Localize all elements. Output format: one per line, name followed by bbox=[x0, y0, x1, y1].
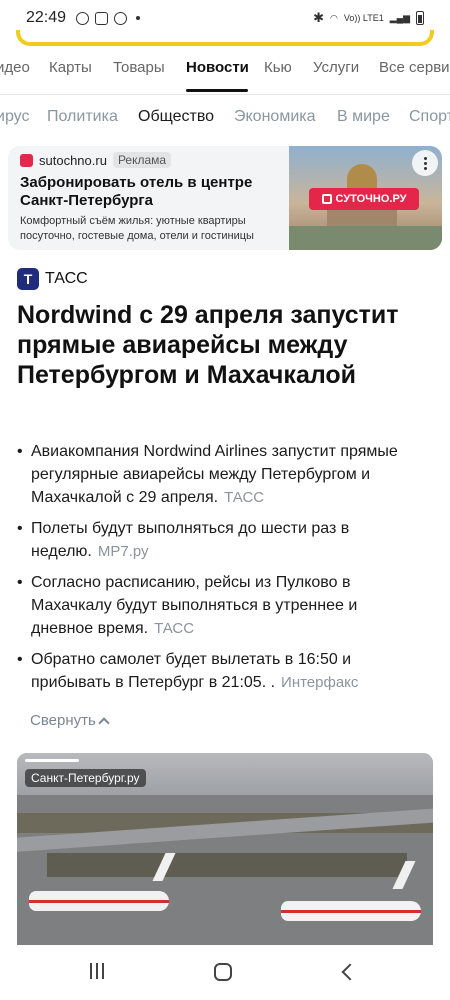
back-icon[interactable] bbox=[341, 963, 359, 981]
ad-badge: Реклама bbox=[112, 152, 172, 168]
airplane-right bbox=[281, 901, 421, 921]
tab-news[interactable]: Новости bbox=[186, 59, 249, 76]
ad-domain: sutochno.ru bbox=[39, 152, 107, 168]
tass-logo-icon: T bbox=[17, 268, 39, 290]
bullet-text: Согласно расписанию, рейсы из Пулково в … bbox=[31, 574, 358, 637]
bullet-text: Полеты будут выполняться до шести раз в … bbox=[31, 520, 350, 560]
category-sport[interactable]: Спорт bbox=[409, 108, 450, 126]
list-item: Полеты будут выполняться до шести раз в … bbox=[17, 517, 417, 563]
article-headline: Nordwind с 29 апреля запустит прямые ави… bbox=[17, 301, 399, 389]
gallery-icon bbox=[95, 11, 109, 25]
status-time: 22:49 bbox=[26, 9, 67, 26]
recent-apps-icon[interactable] bbox=[90, 963, 108, 979]
bullet-text: Авиакомпания Nordwind Airlines запустит … bbox=[31, 443, 398, 506]
tab-video[interactable]: идео bbox=[0, 59, 30, 76]
ad-source: sutochno.ru Реклама bbox=[20, 152, 172, 168]
network-label: Vo)) LTE1 bbox=[343, 13, 384, 23]
tab-services[interactable]: Услуги bbox=[313, 59, 359, 76]
category-world[interactable]: В мире bbox=[337, 108, 390, 126]
bluetooth-icon: ✱ bbox=[313, 10, 325, 25]
cathedral-dome bbox=[347, 164, 377, 190]
signal-icon: ▂▄▆ bbox=[389, 12, 410, 23]
article-source-name: ТАСС bbox=[45, 270, 88, 287]
photo-grass bbox=[47, 853, 407, 877]
instagram-icon bbox=[76, 11, 90, 25]
home-icon[interactable] bbox=[214, 963, 232, 981]
system-navbar bbox=[0, 945, 450, 1000]
ad-ground bbox=[289, 226, 442, 250]
sutochno-logo-mark-icon bbox=[321, 194, 332, 204]
tab-goods[interactable]: Товары bbox=[113, 59, 165, 76]
divider bbox=[0, 94, 450, 95]
tab-maps[interactable]: Карты bbox=[49, 59, 92, 76]
bullet-source-link[interactable]: ТАСС bbox=[154, 620, 194, 637]
list-item: Согласно расписанию, рейсы из Пулково в … bbox=[17, 571, 417, 640]
status-right: ✱ ◠ Vo)) LTE1 ▂▄▆ bbox=[313, 10, 424, 26]
ad-menu-icon[interactable] bbox=[412, 150, 438, 176]
article-source[interactable]: T ТАСС bbox=[17, 268, 88, 290]
collapse-label: Свернуть bbox=[30, 712, 96, 729]
category-politics[interactable]: Политика bbox=[47, 108, 118, 126]
more-notifications-icon bbox=[136, 16, 141, 20]
service-tabs: идео Карты Товары Новости Кью Услуги Все… bbox=[0, 52, 450, 94]
sutochno-logo: СУТОЧНО.РУ bbox=[309, 188, 419, 210]
category-economy[interactable]: Экономика bbox=[234, 108, 316, 126]
article-photo[interactable]: Санкт-Петербург.ру bbox=[17, 753, 433, 945]
ad-card[interactable]: sutochno.ru Реклама Забронировать отель … bbox=[8, 146, 442, 250]
photo-source-label[interactable]: Санкт-Петербург.ру bbox=[25, 769, 146, 787]
tab-all-services[interactable]: Все серви bbox=[379, 59, 450, 76]
list-item: Авиакомпания Nordwind Airlines запустит … bbox=[17, 440, 417, 509]
sutochno-favicon-icon bbox=[20, 153, 33, 167]
list-item: Обратно самолет будет вылетать в 16:50 и… bbox=[17, 648, 417, 694]
active-tab-underline bbox=[186, 89, 248, 92]
bullet-source-link[interactable]: ТАСС bbox=[224, 489, 264, 506]
airplane-left bbox=[29, 891, 169, 911]
category-society[interactable]: Общество bbox=[138, 108, 214, 126]
article-bullets: Авиакомпания Nordwind Airlines запустит … bbox=[17, 440, 417, 702]
collapse-button[interactable]: Свернуть bbox=[30, 712, 110, 729]
chevron-up-icon bbox=[98, 716, 110, 729]
battery-icon bbox=[416, 11, 424, 25]
category-virus[interactable]: ирус bbox=[0, 108, 29, 126]
ad-title[interactable]: Забронировать отель в центре Санкт-Петер… bbox=[20, 174, 290, 210]
status-left: 22:49 bbox=[26, 9, 141, 27]
check-icon bbox=[114, 11, 128, 25]
bullet-source-link[interactable]: MP7.ру bbox=[98, 543, 149, 560]
tab-q[interactable]: Кью bbox=[264, 59, 292, 76]
bullet-source-link[interactable]: Интерфакс bbox=[281, 674, 358, 691]
wifi-icon: ◠ bbox=[330, 12, 338, 23]
search-bar-edge[interactable] bbox=[16, 30, 434, 46]
photo-progress-indicator bbox=[25, 759, 79, 762]
ad-logo-text: СУТОЧНО.РУ bbox=[335, 193, 407, 205]
ad-description: Комфортный съём жилья: уютные квартиры п… bbox=[20, 215, 254, 242]
